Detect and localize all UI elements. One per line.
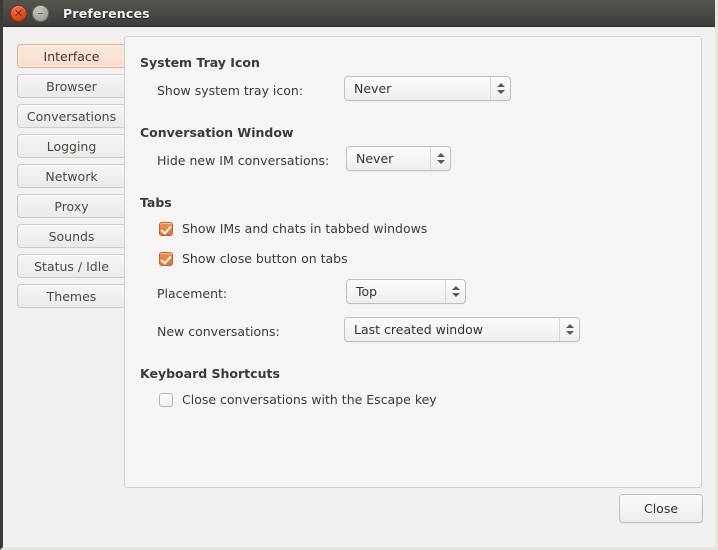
conversation-window-group: Conversation Window xyxy=(140,125,293,140)
chevron-down-icon xyxy=(565,331,574,335)
minimize-window-button[interactable]: – xyxy=(32,4,49,22)
new-conversations-select[interactable]: Last created window xyxy=(344,317,580,342)
system-tray-group: System Tray Icon xyxy=(140,55,260,70)
chevron-up-icon xyxy=(451,286,460,290)
close-button-label: Show close button on tabs xyxy=(182,251,348,266)
spinner-arrows[interactable] xyxy=(490,77,510,100)
hide-im-label: Hide new IM conversations: xyxy=(157,153,330,168)
hide-im-row: Hide new IM conversations: xyxy=(157,153,329,168)
tabbed-windows-label: Show IMs and chats in tabbed windows xyxy=(182,221,428,236)
sidebar: Interface Browser Conversations Logging … xyxy=(17,44,126,314)
title-bar: ✕ – Preferences xyxy=(3,0,715,27)
show-tray-icon-label: Show system tray icon: xyxy=(157,83,304,98)
spinner-arrows[interactable] xyxy=(445,280,465,303)
close-button[interactable]: Close xyxy=(619,494,703,523)
sidebar-item-themes[interactable]: Themes xyxy=(17,284,126,308)
show-tray-icon-select[interactable]: Never xyxy=(344,76,511,101)
escape-key-checkbox[interactable] xyxy=(159,392,173,407)
chevron-down-icon xyxy=(496,90,505,94)
tabbed-windows-checkbox[interactable] xyxy=(159,221,173,236)
chevron-up-icon xyxy=(436,153,445,157)
chevron-down-icon xyxy=(436,160,445,164)
placement-label: Placement: xyxy=(157,286,228,301)
chevron-up-icon xyxy=(496,83,505,87)
sidebar-item-label: Themes xyxy=(46,288,97,304)
close-window-button[interactable]: ✕ xyxy=(10,4,27,22)
dialog-footer: Close xyxy=(3,485,715,547)
hide-im-value: Never xyxy=(356,151,394,166)
sidebar-item-label: Conversations xyxy=(26,108,117,124)
placement-value: Top xyxy=(356,284,378,299)
sidebar-item-browser[interactable]: Browser xyxy=(17,74,126,98)
preferences-window: ✕ – Preferences Interface Browser Conver… xyxy=(0,0,718,550)
sidebar-item-label: Logging xyxy=(46,138,97,154)
sidebar-item-logging[interactable]: Logging xyxy=(17,134,126,158)
system-tray-heading: System Tray Icon xyxy=(140,55,260,70)
sidebar-item-sounds[interactable]: Sounds xyxy=(17,224,126,248)
show-tray-icon-value: Never xyxy=(354,81,392,96)
conversation-window-heading: Conversation Window xyxy=(140,125,294,140)
new-conversations-row: New conversations: xyxy=(157,324,280,339)
sidebar-item-conversations[interactable]: Conversations xyxy=(17,104,126,128)
spinner-arrows[interactable] xyxy=(430,147,450,170)
chevron-down-icon xyxy=(451,293,460,297)
hide-im-select[interactable]: Never xyxy=(346,146,451,171)
show-tray-icon-row: Show system tray icon: xyxy=(157,83,303,98)
interface-settings-panel: System Tray Icon Show system tray icon: … xyxy=(124,36,702,488)
sidebar-item-label: Proxy xyxy=(54,198,89,214)
escape-key-checkbox-row[interactable]: Close conversations with the Escape key xyxy=(159,392,437,407)
window-title: Preferences xyxy=(63,5,150,21)
sidebar-item-network[interactable]: Network xyxy=(17,164,126,188)
keyboard-shortcuts-group: Keyboard Shortcuts xyxy=(140,366,280,381)
sidebar-item-label: Status / Idle xyxy=(34,258,109,274)
sidebar-item-proxy[interactable]: Proxy xyxy=(17,194,126,218)
sidebar-item-interface[interactable]: Interface xyxy=(17,44,126,68)
sidebar-item-label: Browser xyxy=(46,78,97,94)
sidebar-item-label: Interface xyxy=(43,48,100,64)
close-button-checkbox[interactable] xyxy=(159,251,173,266)
spinner-arrows[interactable] xyxy=(559,318,579,341)
tabbed-windows-checkbox-row[interactable]: Show IMs and chats in tabbed windows xyxy=(159,221,427,236)
sidebar-item-status-idle[interactable]: Status / Idle xyxy=(17,254,126,278)
sidebar-item-label: Network xyxy=(45,168,98,184)
chevron-up-icon xyxy=(565,324,574,328)
window-body: Interface Browser Conversations Logging … xyxy=(3,27,715,547)
close-button-label: Close xyxy=(643,501,679,516)
close-icon: ✕ xyxy=(13,6,24,20)
escape-key-label: Close conversations with the Escape key xyxy=(182,392,437,407)
tabs-heading: Tabs xyxy=(140,195,172,210)
sidebar-item-label: Sounds xyxy=(48,228,95,244)
placement-select[interactable]: Top xyxy=(346,279,466,304)
tabs-group: Tabs xyxy=(140,195,172,210)
new-conversations-label: New conversations: xyxy=(157,324,280,339)
keyboard-shortcuts-heading: Keyboard Shortcuts xyxy=(140,366,280,381)
close-button-checkbox-row[interactable]: Show close button on tabs xyxy=(159,251,348,266)
minimize-icon: – xyxy=(37,5,44,20)
placement-row: Placement: xyxy=(157,286,227,301)
new-conversations-value: Last created window xyxy=(354,322,484,337)
